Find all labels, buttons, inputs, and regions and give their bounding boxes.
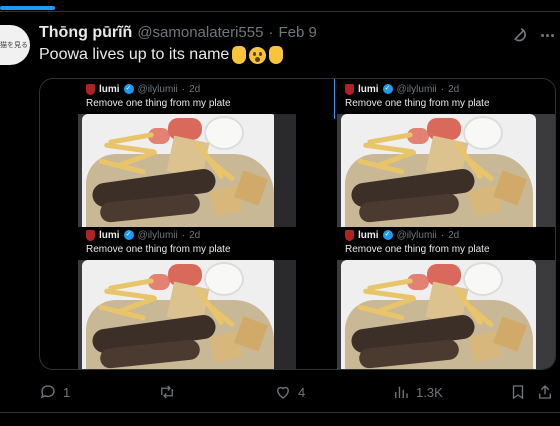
views-button[interactable]: 1.3K [392, 380, 443, 404]
quoted-avatar [345, 229, 354, 241]
active-tab-indicator [0, 6, 55, 10]
verified-badge-icon: ✓ [382, 84, 393, 94]
quoted-tweet: lumi ✓ @ilylumii · 2d Remove one thing f… [78, 79, 335, 227]
like-button[interactable]: 4 [274, 380, 305, 404]
quoted-text: Remove one thing from my plate [86, 98, 231, 109]
tweet-text-body: Poowa lives up to its name [39, 46, 230, 63]
bottom-divider [0, 412, 560, 413]
verified-badge-icon: ✓ [382, 230, 393, 240]
quoted-text: Remove one thing from my plate [345, 98, 490, 109]
views-icon [395, 386, 408, 398]
media-attachment[interactable]: lumi ✓ @ilylumii · 2d Remove one thing f… [39, 78, 556, 370]
quoted-tweet: lumi ✓ @ilylumii · 2d Remove one thing f… [78, 225, 335, 369]
quoted-name: lumi [358, 229, 379, 241]
verified-badge-icon: ✓ [123, 230, 134, 240]
bookmark-button[interactable] [509, 380, 527, 404]
reply-count: 1 [63, 384, 71, 400]
quoted-age: 2d [448, 229, 460, 241]
avatar-text: 猫を見る [0, 42, 28, 49]
raised-hand-emoji [232, 46, 247, 64]
quoted-separator: · [440, 229, 445, 241]
author-handle[interactable]: @samonalateri555 [137, 24, 263, 41]
like-icon [277, 386, 289, 399]
more-icon[interactable] [538, 26, 556, 44]
grok-icon[interactable] [510, 25, 530, 45]
quoted-separator: · [181, 83, 186, 95]
quoted-name: lumi [99, 229, 120, 241]
astonished-face-emoji [249, 46, 267, 64]
quoted-age: 2d [189, 229, 201, 241]
quoted-header: lumi ✓ @ilylumii · 2d [345, 81, 459, 97]
quoted-handle: @ilylumii [396, 83, 437, 95]
quoted-handle: @ilylumii [137, 229, 178, 241]
tweet-actions: 1 4 1.3K [0, 380, 560, 404]
avatar[interactable]: 猫を見る [0, 25, 30, 65]
food-photo [78, 260, 296, 369]
view-count: 1.3K [416, 384, 443, 400]
quoted-age: 2d [189, 83, 201, 95]
quoted-name: lumi [99, 83, 120, 95]
tweet-header: Thōng pūrĩñ @samonalateri555 · Feb 9 [39, 24, 317, 44]
quoted-header: lumi ✓ @ilylumii · 2d [86, 81, 200, 97]
quoted-age: 2d [448, 83, 460, 95]
quoted-tweet: lumi ✓ @ilylumii · 2d Remove one thing f… [337, 225, 555, 369]
share-icon [539, 385, 551, 399]
quoted-header: lumi ✓ @ilylumii · 2d [345, 227, 459, 243]
quoted-separator: · [181, 229, 186, 241]
repost-button[interactable] [158, 380, 182, 404]
quoted-header: lumi ✓ @ilylumii · 2d [86, 227, 200, 243]
author-name[interactable]: Thōng pūrĩñ [39, 24, 132, 42]
quoted-handle: @ilylumii [137, 83, 178, 95]
quoted-avatar [345, 83, 354, 95]
quoted-name: lumi [358, 83, 379, 95]
food-photo [337, 260, 555, 369]
image-panel-right[interactable]: lumi ✓ @ilylumii · 2d Remove one thing f… [337, 79, 555, 369]
quoted-text: Remove one thing from my plate [345, 244, 490, 255]
quoted-text: Remove one thing from my plate [86, 244, 231, 255]
bookmark-icon [512, 385, 524, 400]
reply-icon [40, 385, 55, 399]
verified-badge-icon: ✓ [123, 84, 134, 94]
quoted-separator: · [440, 83, 445, 95]
quoted-avatar [86, 83, 95, 95]
image-panel-left[interactable]: lumi ✓ @ilylumii · 2d Remove one thing f… [78, 79, 335, 369]
like-count: 4 [298, 384, 306, 400]
quoted-handle: @ilylumii [396, 229, 437, 241]
tweet-text: Poowa lives up to its name [39, 46, 284, 64]
food-photo [78, 114, 296, 227]
food-photo [337, 114, 555, 227]
repost-icon [161, 385, 173, 399]
tweet-date[interactable]: Feb 9 [278, 24, 316, 41]
reply-button[interactable]: 1 [39, 380, 70, 404]
waving-hand-emoji [269, 46, 284, 64]
separator-dot: · [268, 24, 274, 41]
top-tab-strip [0, 0, 560, 12]
quoted-avatar [86, 229, 95, 241]
top-divider [0, 11, 560, 12]
share-button[interactable] [536, 380, 554, 404]
quoted-tweet: lumi ✓ @ilylumii · 2d Remove one thing f… [337, 79, 555, 227]
